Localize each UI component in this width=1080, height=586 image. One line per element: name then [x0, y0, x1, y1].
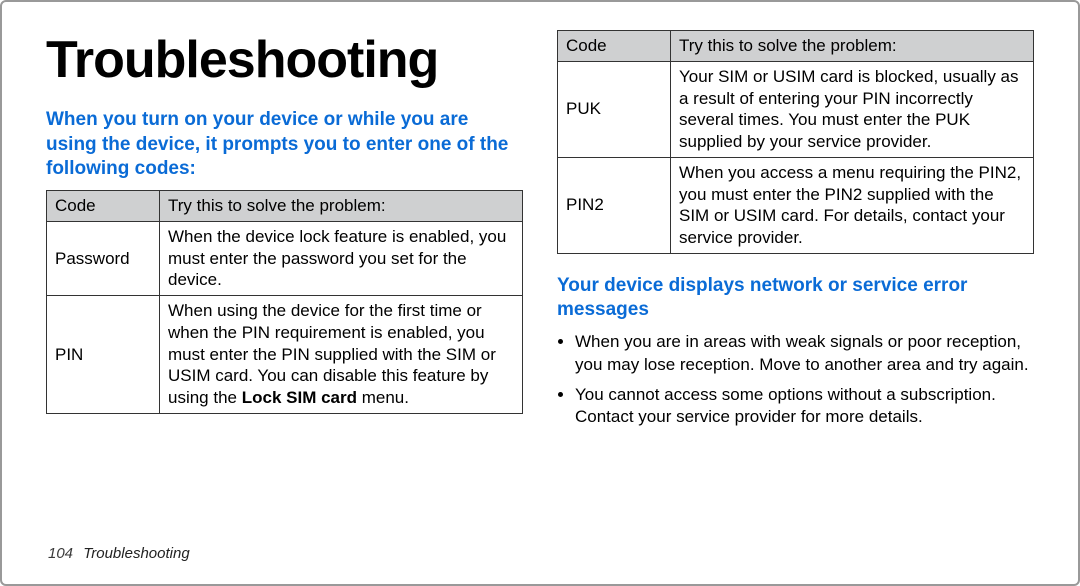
page-container: Troubleshooting When you turn on your de…	[0, 0, 1080, 586]
page-title: Troubleshooting	[46, 30, 523, 90]
codes-table-left: Code Try this to solve the problem: Pass…	[46, 190, 523, 414]
desc-bold: Lock SIM card	[242, 388, 357, 407]
right-column: Code Try this to solve the problem: PUK …	[557, 30, 1034, 530]
two-column-layout: Troubleshooting When you turn on your de…	[46, 30, 1034, 530]
section-heading-network: Your device displays network or service …	[557, 274, 1034, 323]
page-number: 104	[48, 545, 73, 562]
desc-cell: Your SIM or USIM card is blocked, usuall…	[671, 61, 1034, 157]
page-footer: 104 Troubleshooting	[48, 545, 190, 562]
table-header-desc: Try this to solve the problem:	[671, 31, 1034, 62]
table-row: PIN2 When you access a menu requiring th…	[558, 157, 1034, 253]
table-header-row: Code Try this to solve the problem:	[47, 191, 523, 222]
error-bullets: When you are in areas with weak signals …	[557, 331, 1034, 429]
desc-cell: When using the device for the first time…	[160, 296, 523, 414]
table-row: Password When the device lock feature is…	[47, 221, 523, 295]
footer-section: Troubleshooting	[83, 545, 189, 562]
table-header-code: Code	[558, 31, 671, 62]
table-header-desc: Try this to solve the problem:	[160, 191, 523, 222]
table-header-code: Code	[47, 191, 160, 222]
section-heading-codes: When you turn on your device or while yo…	[46, 108, 523, 182]
code-cell: PIN2	[558, 157, 671, 253]
desc-cell: When the device lock feature is enabled,…	[160, 221, 523, 295]
table-row: PIN When using the device for the first …	[47, 296, 523, 414]
desc-cell: When you access a menu requiring the PIN…	[671, 157, 1034, 253]
table-header-row: Code Try this to solve the problem:	[558, 31, 1034, 62]
list-item: You cannot access some options without a…	[575, 384, 1034, 429]
code-cell: PUK	[558, 61, 671, 157]
desc-suffix: menu.	[357, 388, 409, 407]
codes-table-right: Code Try this to solve the problem: PUK …	[557, 30, 1034, 254]
code-cell: PIN	[47, 296, 160, 414]
table-row: PUK Your SIM or USIM card is blocked, us…	[558, 61, 1034, 157]
code-cell: Password	[47, 221, 160, 295]
list-item: When you are in areas with weak signals …	[575, 331, 1034, 376]
left-column: Troubleshooting When you turn on your de…	[46, 30, 523, 530]
